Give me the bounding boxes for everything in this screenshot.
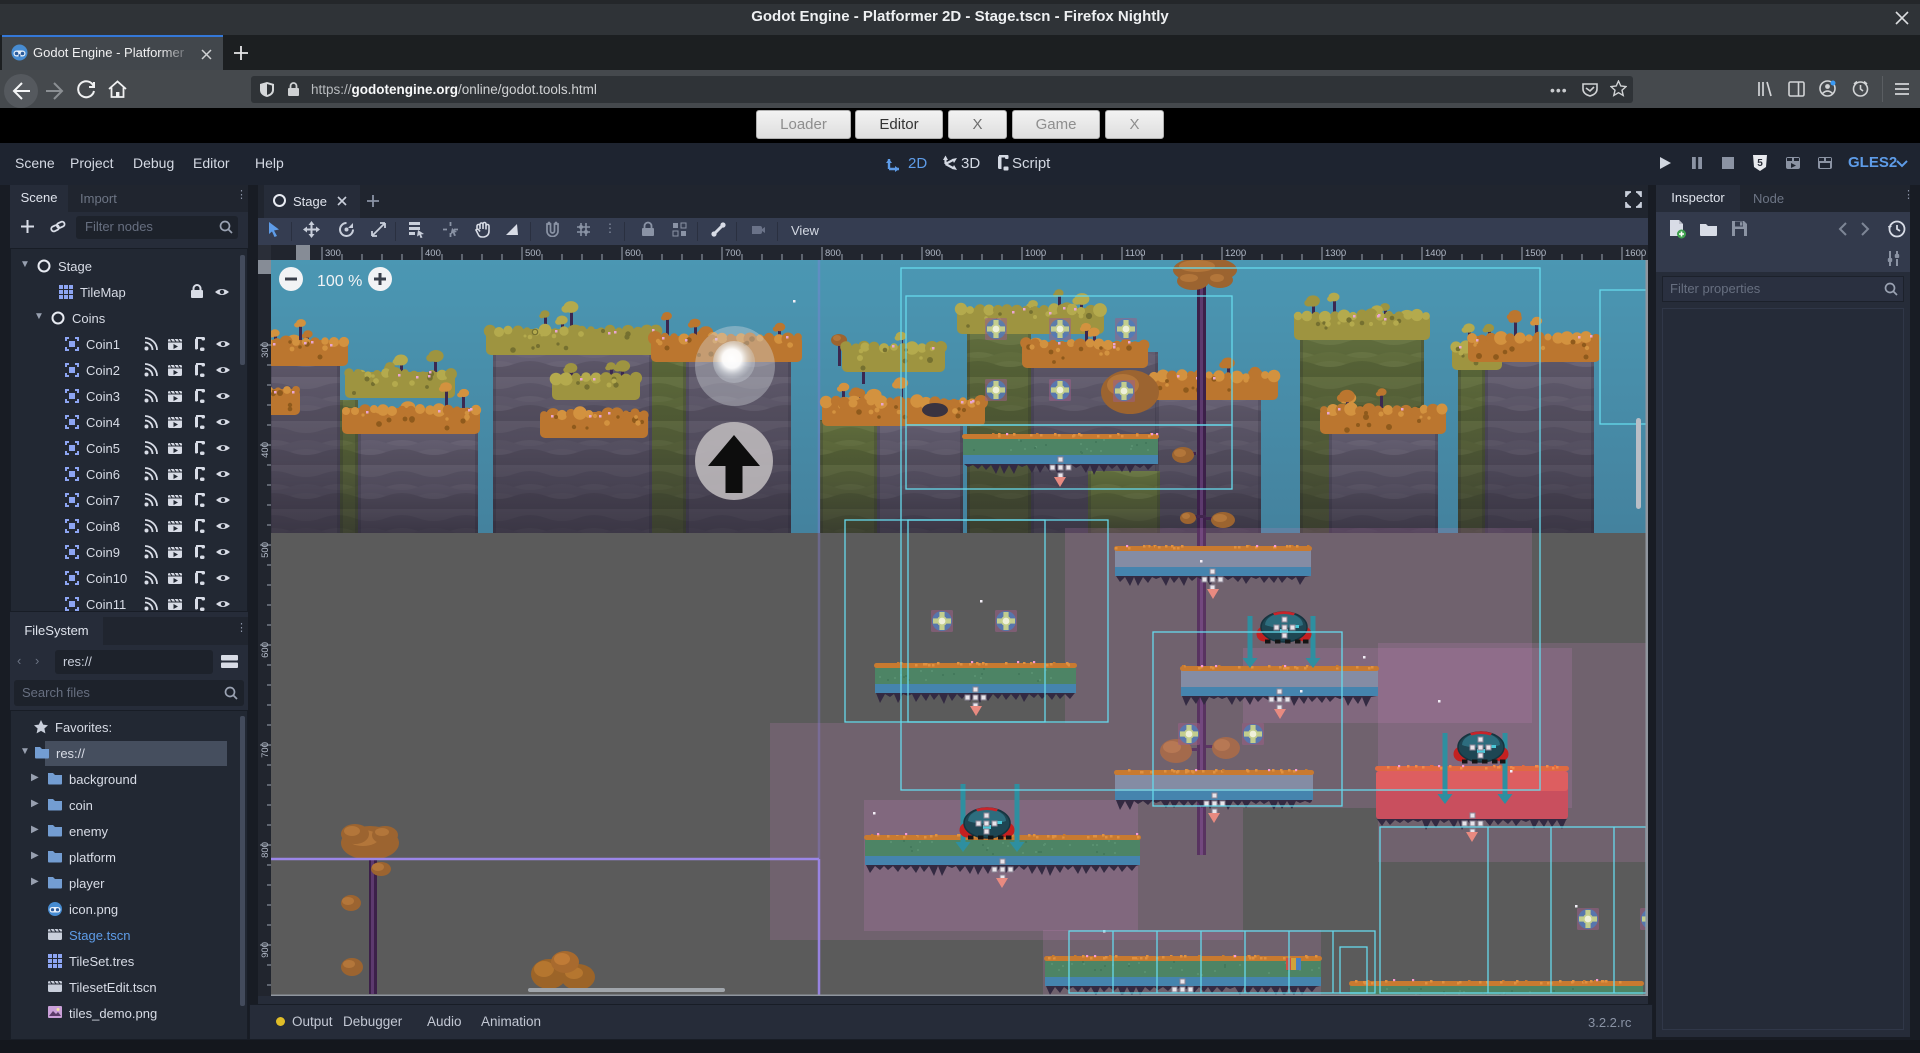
svg-text:1500: 1500 xyxy=(1525,248,1546,259)
svg-text:1200: 1200 xyxy=(1225,248,1246,259)
svg-text:5: 5 xyxy=(1757,158,1763,169)
svg-text:400: 400 xyxy=(425,248,441,259)
svg-text:600: 600 xyxy=(260,642,271,658)
svg-text:600: 600 xyxy=(625,248,641,259)
svg-text:500: 500 xyxy=(525,248,541,259)
svg-text:900: 900 xyxy=(925,248,941,259)
svg-text:300: 300 xyxy=(260,342,271,358)
svg-text:1100: 1100 xyxy=(1125,248,1145,259)
svg-text:1300: 1300 xyxy=(1325,248,1346,259)
svg-text:900: 900 xyxy=(260,942,271,958)
svg-text:100 %: 100 % xyxy=(317,273,362,290)
svg-text:800: 800 xyxy=(260,842,271,858)
svg-text:700: 700 xyxy=(260,742,271,758)
svg-text:400: 400 xyxy=(260,442,271,458)
svg-text:1000: 1000 xyxy=(1025,248,1046,259)
svg-text:1600: 1600 xyxy=(1625,248,1646,259)
svg-text:1400: 1400 xyxy=(1425,248,1446,259)
svg-text:500: 500 xyxy=(260,542,271,558)
svg-text:300: 300 xyxy=(325,248,341,259)
svg-text:700: 700 xyxy=(725,248,741,259)
svg-text:800: 800 xyxy=(825,248,841,259)
